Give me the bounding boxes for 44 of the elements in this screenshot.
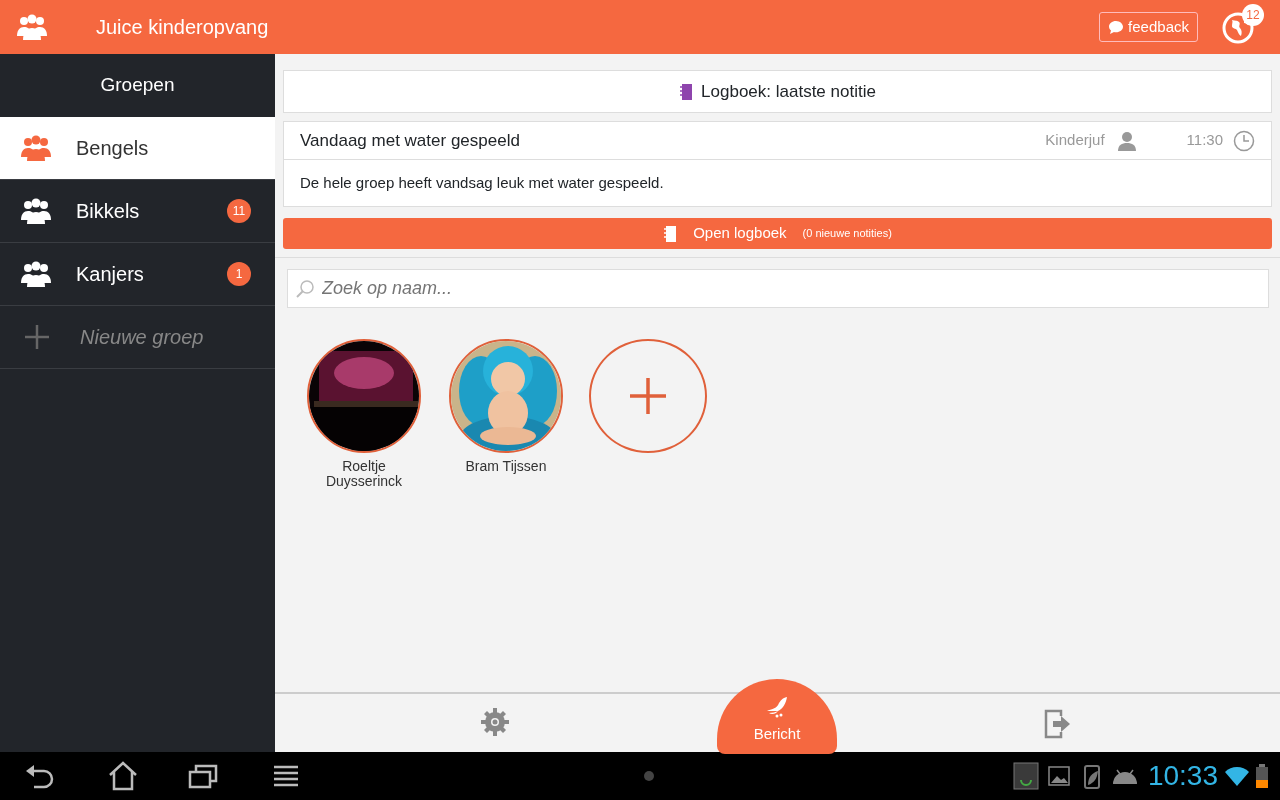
group-item[interactable]: Kanjers 1 <box>0 243 275 306</box>
search-field[interactable]: Zoek op naam... <box>287 269 1269 308</box>
back-icon[interactable] <box>26 763 56 789</box>
clock-time: 10:33 <box>1147 759 1218 793</box>
recent-apps-icon[interactable] <box>188 763 218 789</box>
home-icon[interactable] <box>108 761 138 791</box>
person-icon <box>1116 130 1137 151</box>
group-icon <box>16 14 48 40</box>
feedback-button[interactable]: feedback <box>1099 11 1198 43</box>
image-icon <box>1047 766 1070 786</box>
message-button[interactable]: Bericht <box>717 679 837 754</box>
app-title: Juice kinderopvang <box>96 15 269 40</box>
notebook-icon <box>679 82 694 101</box>
note-author: Kinderjuf <box>1045 130 1105 151</box>
count-badge: 11 <box>227 199 251 223</box>
notification-badge: 12 <box>1242 4 1264 26</box>
add-child-button[interactable] <box>589 339 707 453</box>
settings-icon[interactable] <box>480 707 510 737</box>
group-icon <box>20 135 52 161</box>
group-item[interactable]: Bengels <box>0 117 275 180</box>
note-time: 11:30 <box>1186 130 1223 151</box>
search-icon <box>295 279 315 299</box>
child-name: Bram Tijssen <box>465 459 547 475</box>
plus-icon <box>24 324 50 350</box>
dot-icon <box>644 771 654 781</box>
menu-icon[interactable] <box>274 765 298 787</box>
note-text: De hele groep heeft vandsag leuk met water gespeeld. <box>300 172 664 193</box>
android-icon <box>1111 767 1138 785</box>
note-title: Vandaag met water gespeeld <box>300 129 521 152</box>
sidebar-heading: Groepen <box>99 73 176 98</box>
notebook-icon <box>663 224 678 243</box>
group-icon <box>20 198 52 224</box>
group-icon <box>20 261 52 287</box>
clock-icon <box>1233 129 1255 152</box>
speech-bubble-icon <box>1108 19 1125 35</box>
logbook-header: Logboek: laatste notitie <box>283 70 1272 113</box>
open-logbook-button[interactable]: Open logboek (0 nieuwe notities) <box>283 218 1272 249</box>
leaf-battery-icon <box>1081 763 1102 789</box>
count-badge: 1 <box>227 262 251 286</box>
group-item[interactable]: Bikkels 11 <box>0 180 275 243</box>
child-name: Roeltje Duysserinck <box>324 459 404 490</box>
wifi-icon <box>1224 765 1250 787</box>
plus-icon <box>628 376 668 416</box>
battery-icon <box>1256 764 1268 788</box>
